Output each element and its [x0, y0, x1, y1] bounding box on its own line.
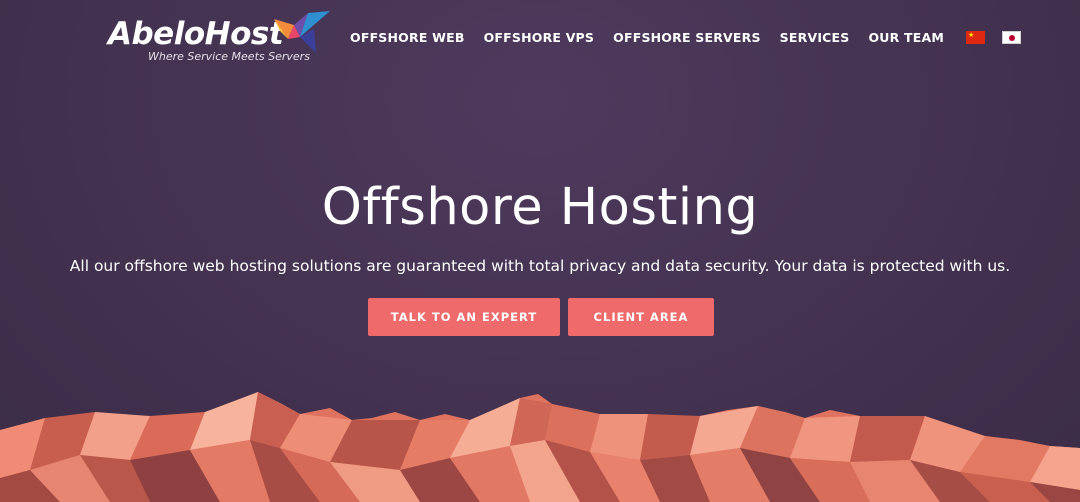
client-area-button[interactable]: CLIENT AREA [568, 298, 714, 336]
nav-services[interactable]: SERVICES [780, 30, 850, 45]
hero-title: Offshore Hosting [321, 178, 759, 237]
china-flag-icon[interactable]: ★ [966, 30, 986, 44]
sun-disc-icon [1009, 34, 1016, 41]
logo-tagline: Where Service Meets Servers [148, 50, 310, 63]
logo-bird-icon [274, 11, 330, 53]
hero-subtitle: All our offshore web hosting solutions a… [69, 257, 1011, 275]
japan-flag-icon[interactable] [1002, 30, 1022, 44]
abelohost-logo[interactable]: AbeloHost Where Service Meets Servers [108, 11, 338, 70]
site-header: AbeloHost Where Service Meets Servers OF… [0, 0, 1080, 78]
nav-offshore-servers[interactable]: OFFSHORE SERVERS [613, 30, 761, 45]
talk-to-expert-button[interactable]: TALK TO AN EXPERT [368, 298, 560, 336]
main-nav: OFFSHORE WEB OFFSHORE VPS OFFSHORE SERVE… [350, 28, 1037, 46]
star-icon: ★ [968, 30, 975, 39]
nav-our-team[interactable]: OUR TEAM [868, 30, 944, 45]
nav-offshore-vps[interactable]: OFFSHORE VPS [484, 30, 595, 45]
nav-offshore-web[interactable]: OFFSHORE WEB [350, 30, 465, 45]
